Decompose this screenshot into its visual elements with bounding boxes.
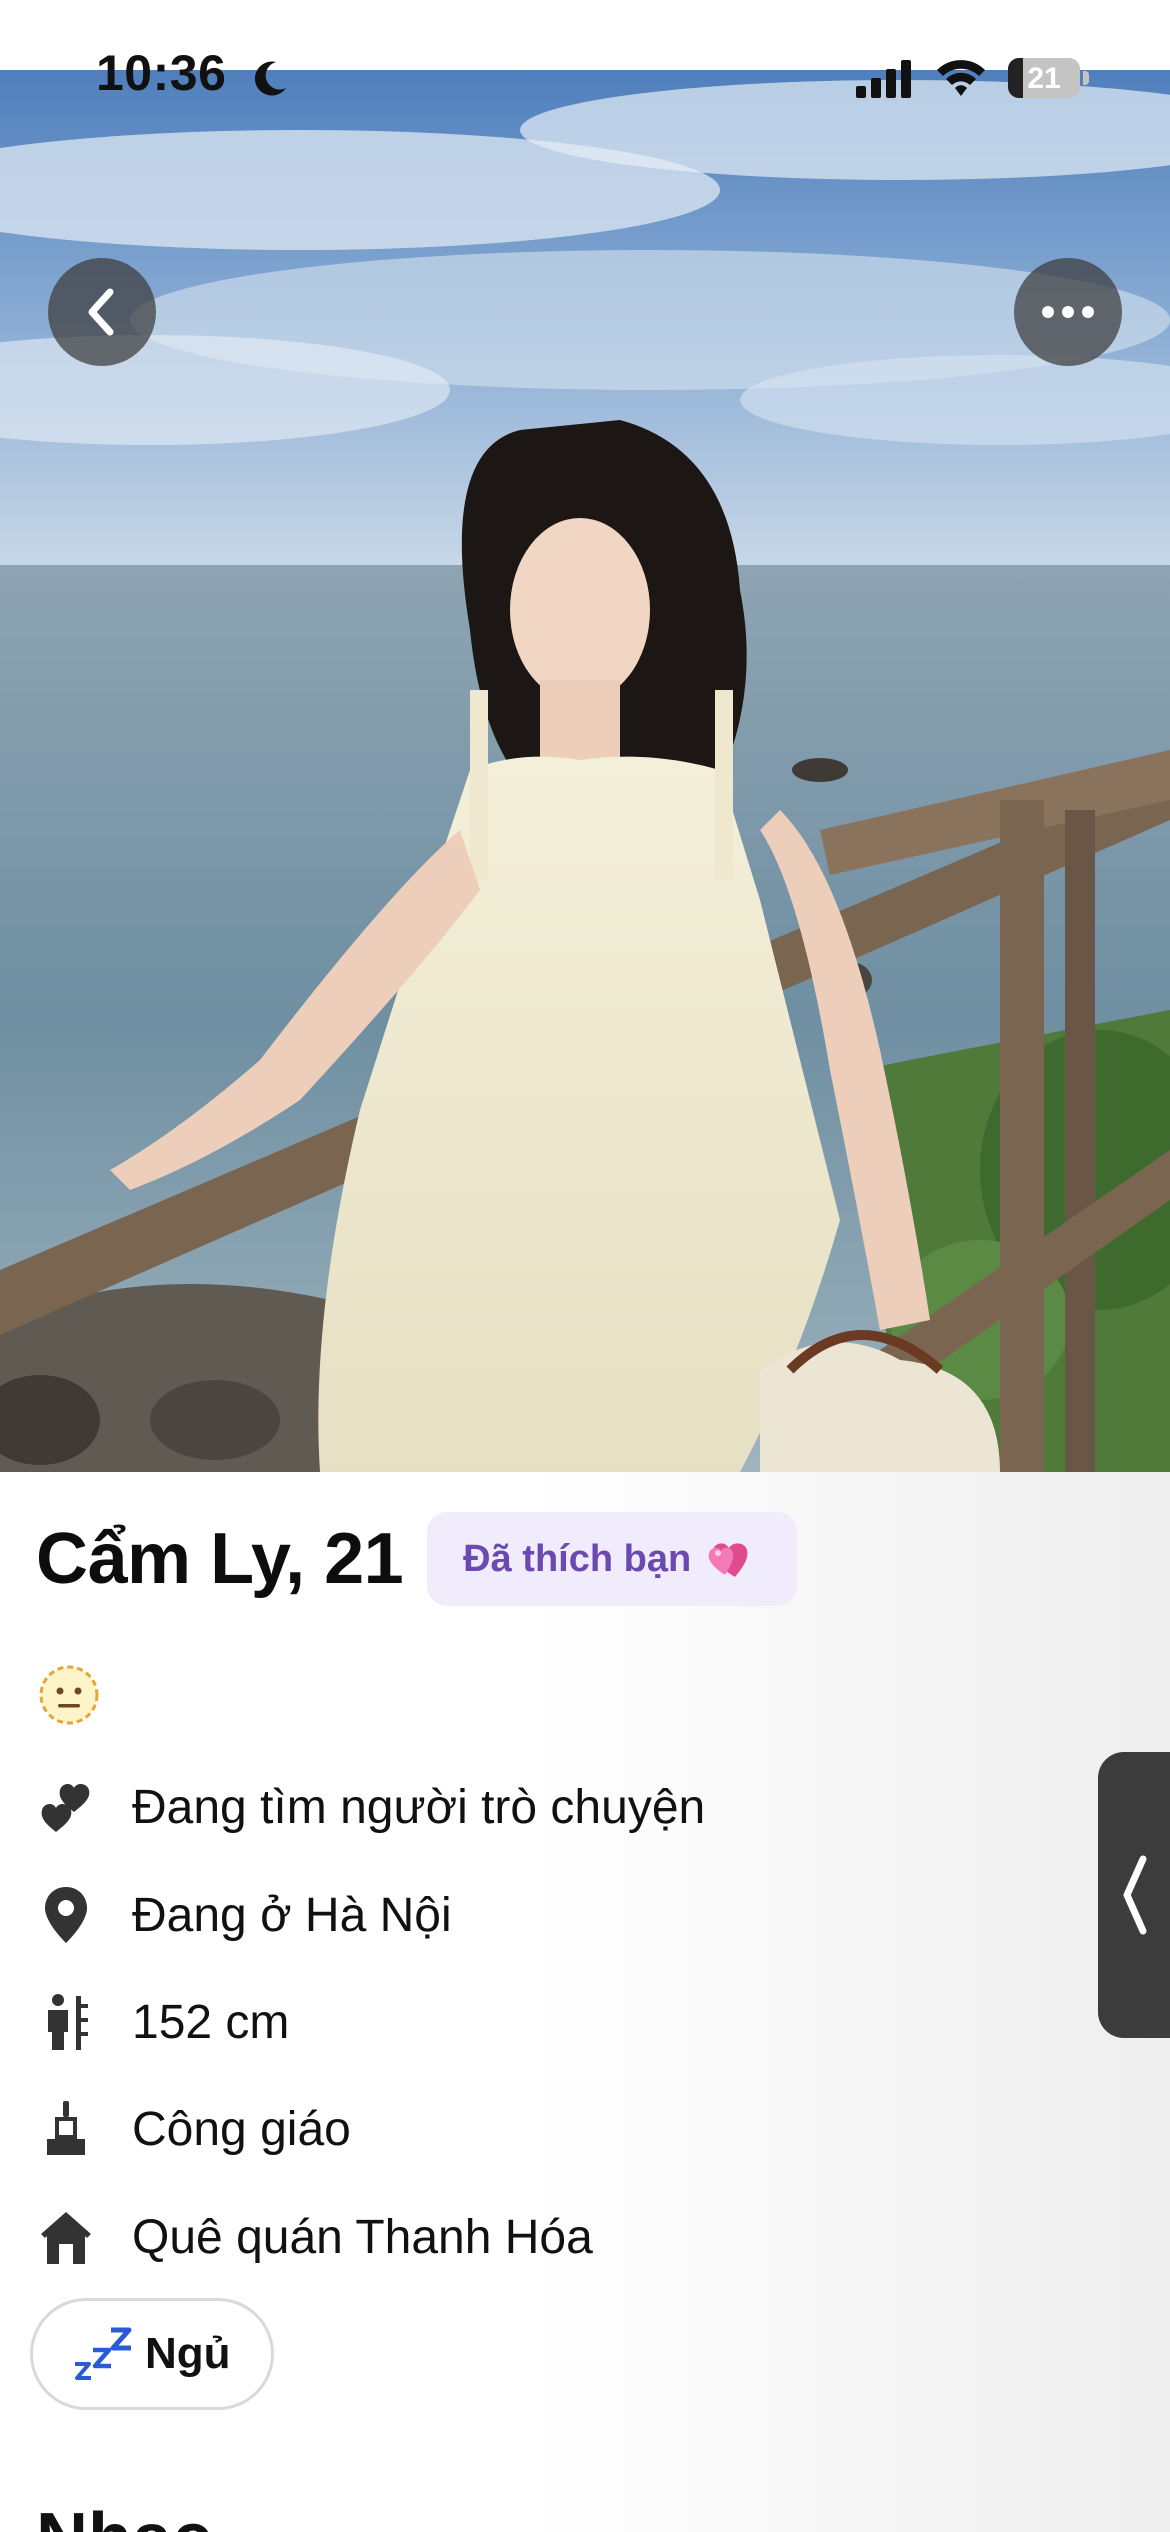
profile-info: Cẩm Ly, 21 Đã thích bạn Đang tìm người t… xyxy=(0,1472,1170,2532)
battery-indicator: 21 xyxy=(1008,58,1089,98)
attribute-height: 152 cm xyxy=(36,1987,289,2057)
religion-icon xyxy=(47,2101,85,2155)
side-panel-handle[interactable] xyxy=(1098,1752,1170,2038)
more-options-button[interactable] xyxy=(1014,258,1122,366)
attribute-label: Đang tìm người trò chuyện xyxy=(132,1780,706,1834)
attribute-looking-for: Đang tìm người trò chuyện xyxy=(36,1772,705,1842)
back-button[interactable] xyxy=(48,258,156,366)
chevron-left-icon xyxy=(1123,1855,1147,1935)
home-icon xyxy=(41,2212,91,2264)
more-horizontal-icon xyxy=(1042,306,1094,318)
hearts-icon xyxy=(41,1784,90,1832)
attribute-label: 152 cm xyxy=(132,1995,290,2049)
cellular-signal-icon xyxy=(856,60,911,98)
battery-level: 21 xyxy=(1027,62,1061,95)
height-icon xyxy=(48,1994,88,2050)
attribute-label: Công giáo xyxy=(132,2102,351,2156)
neutral-face-icon xyxy=(39,1665,99,1725)
status-time: 10:36 xyxy=(96,45,227,101)
wifi-icon xyxy=(937,60,985,96)
chevron-left-icon xyxy=(88,288,114,336)
moon-icon xyxy=(254,61,286,96)
status-bar: 10:36 21 xyxy=(0,0,1170,101)
heart-icon xyxy=(708,1543,748,1577)
attribute-hometown: Quê quán Thanh Hóa xyxy=(36,2202,593,2272)
profile-photo[interactable] xyxy=(0,70,1170,1472)
attribute-location: Đang ở Hà Nội xyxy=(36,1880,452,1950)
interest-tag-label: Ngủ xyxy=(145,2329,231,2378)
attribute-label: Quê quán Thanh Hóa xyxy=(132,2210,593,2264)
profile-name-age: Cẩm Ly, 21 xyxy=(36,1519,404,1599)
liked-you-badge: Đã thích bạn xyxy=(427,1512,798,1606)
name-row: Cẩm Ly, 21 Đã thích bạn xyxy=(36,1512,798,1606)
attribute-label: Đang ở Hà Nội xyxy=(132,1888,452,1942)
music-section-title: Nhạc xyxy=(36,2498,212,2532)
zzz-icon xyxy=(75,2327,132,2380)
liked-you-label: Đã thích bạn xyxy=(463,1537,692,1580)
attribute-religion: Công giáo xyxy=(36,2094,351,2164)
location-pin-icon xyxy=(45,1887,87,1943)
interest-tag[interactable]: Ngủ xyxy=(30,2298,274,2410)
beach-photo-image xyxy=(0,70,1170,1472)
